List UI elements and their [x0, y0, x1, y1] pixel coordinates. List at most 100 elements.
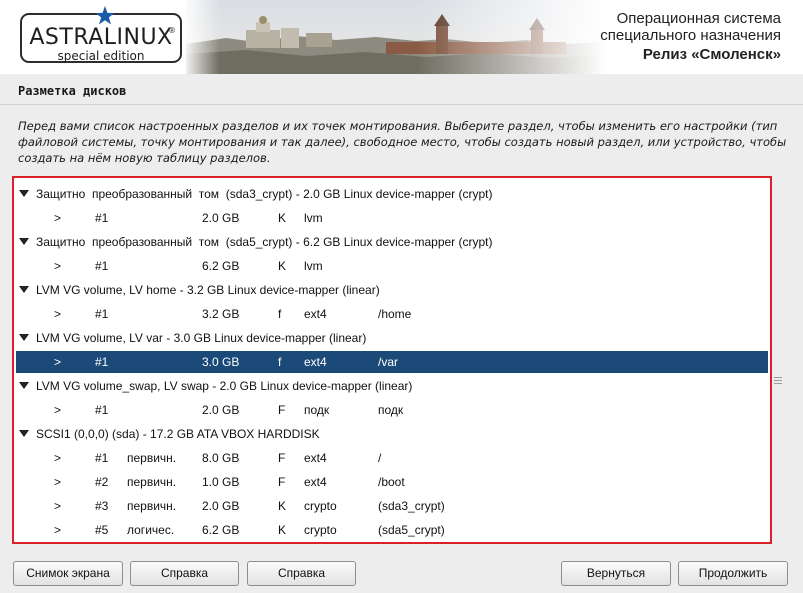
partition-number: #1	[95, 307, 109, 321]
device-label: LVM VG volume, LV var - 3.0 GB Linux dev…	[36, 331, 367, 345]
partition-size: 2.0 GB	[202, 403, 240, 417]
partition-filesystem: ext4	[304, 307, 327, 321]
partition-size: 3.0 GB	[202, 355, 240, 369]
partition-number: #1	[95, 451, 109, 465]
partition-arrow: >	[54, 499, 62, 513]
partition-list[interactable]: Защитно преобразованный том (sda3_crypt)…	[12, 176, 772, 544]
partition-number: #1	[95, 355, 109, 369]
partition-size: 2.0 GB	[202, 499, 240, 513]
partition-filesystem: lvm	[304, 259, 323, 273]
page-title: Разметка дисков	[18, 84, 127, 98]
partition-flag: K	[278, 499, 287, 513]
partition-row[interactable]: > #1 6.2 GB Klvm	[16, 255, 768, 277]
partition-mountpoint: /boot	[378, 475, 405, 489]
partition-flag: f	[278, 355, 282, 369]
partition-mountpoint: /var	[378, 355, 399, 369]
os-line-1: Операционная система	[616, 10, 781, 27]
release-name: Релиз «Смоленск»	[642, 46, 781, 63]
partition-row[interactable]: > #5 логичес. 6.2 GB Kcrypto (sda5_crypt)	[16, 519, 768, 541]
partition-list-body: Защитно преобразованный том (sda3_crypt)…	[16, 180, 768, 540]
device-row[interactable]: Защитно преобразованный том (sda5_crypt)…	[16, 231, 768, 253]
partition-number: #3	[95, 499, 109, 513]
partition-size: 6.2 GB	[202, 259, 240, 273]
partition-filesystem: lvm	[304, 211, 323, 225]
partition-type: первичн.	[127, 451, 177, 465]
expand-triangle-icon[interactable]	[19, 430, 29, 437]
partition-row[interactable]: > #3 первичн. 2.0 GB Kcrypto (sda3_crypt)	[16, 495, 768, 517]
expand-triangle-icon[interactable]	[19, 190, 29, 197]
partition-size: 8.0 GB	[202, 451, 240, 465]
expand-triangle-icon[interactable]	[19, 382, 29, 389]
title-divider	[0, 104, 803, 105]
partition-row[interactable]: > #2 первичн. 1.0 GB Fext4/boot	[16, 471, 768, 493]
partition-size: 2.0 GB	[202, 211, 240, 225]
partition-row[interactable]: > #1 3.2 GB f ext4/home	[16, 303, 768, 325]
os-description: Операционная система специального назнач…	[600, 10, 781, 63]
partition-flag: K	[278, 211, 287, 225]
device-row[interactable]: LVM VG volume, LV home - 3.2 GB Linux de…	[16, 279, 768, 301]
logo-title: ASTRALINUX	[29, 25, 173, 50]
partition-filesystem: ext4	[304, 451, 327, 465]
partition-number: #2	[95, 475, 109, 489]
continue-button[interactable]: Продолжить	[678, 561, 788, 586]
partition-mountpoint: (sda5_crypt)	[378, 523, 445, 537]
scroll-grip-line	[774, 380, 782, 381]
partition-mountpoint: (sda3_crypt)	[378, 499, 445, 513]
partition-number: #1	[95, 211, 109, 225]
help-button[interactable]: Справка	[130, 561, 239, 586]
partition-flag: F	[278, 451, 286, 465]
device-row[interactable]: LVM VG volume, LV var - 3.0 GB Linux dev…	[16, 327, 768, 349]
device-row[interactable]: Защитно преобразованный том (sda3_crypt)…	[16, 183, 768, 205]
scrollbar[interactable]	[772, 176, 784, 544]
device-row[interactable]: LVM VG volume_swap, LV swap - 2.0 GB Lin…	[16, 375, 768, 397]
partition-row[interactable]: > #1 2.0 GB Klvm	[16, 207, 768, 229]
partition-arrow: >	[54, 451, 62, 465]
partition-arrow: >	[54, 307, 62, 321]
partition-mountpoint: /	[378, 451, 382, 465]
device-label: LVM VG volume_swap, LV swap - 2.0 GB Lin…	[36, 379, 413, 393]
partition-filesystem: подк	[304, 403, 330, 417]
partition-number: #1	[95, 259, 109, 273]
partition-mountpoint: /home	[378, 307, 412, 321]
partition-filesystem: crypto	[304, 499, 337, 513]
partition-row[interactable]: > #1 первичн. 8.0 GB Fext4 /	[16, 447, 768, 469]
device-label: LVM VG volume, LV home - 3.2 GB Linux de…	[36, 283, 380, 297]
os-line-2: специального назначения	[600, 27, 781, 44]
astralinux-logo: ASTRALINUX ® special edition	[20, 5, 182, 63]
back-button[interactable]: Вернуться	[561, 561, 671, 586]
partition-type: логичес.	[127, 523, 175, 537]
partition-arrow: >	[54, 523, 62, 537]
device-row[interactable]: SCSI1 (0,0,0) (sda) - 17.2 GB ATA VBOX H…	[16, 423, 768, 445]
instructions-text: Перед вами список настроенных разделов и…	[18, 119, 787, 165]
expand-triangle-icon[interactable]	[19, 238, 29, 245]
partition-flag: F	[278, 403, 286, 417]
scroll-grip-line	[774, 377, 782, 378]
help-button-2[interactable]: Справка	[247, 561, 356, 586]
partition-mountpoint: подк	[378, 403, 404, 417]
partition-flag: K	[278, 259, 287, 273]
partition-arrow: >	[54, 475, 62, 489]
partition-type: первичн.	[127, 475, 177, 489]
expand-triangle-icon[interactable]	[19, 334, 29, 341]
screenshot-button[interactable]: Снимок экрана	[13, 561, 123, 586]
partition-size: 3.2 GB	[202, 307, 240, 321]
partition-row-selected[interactable]: > #1 3.0 GB f ext4/var	[16, 351, 768, 373]
partition-type: первичн.	[127, 499, 177, 513]
partition-arrow: >	[54, 259, 62, 273]
partition-number: #5	[95, 523, 109, 537]
partition-filesystem: crypto	[304, 523, 337, 537]
partition-size: 1.0 GB	[202, 475, 240, 489]
partition-row[interactable]: > #1 2.0 GB Fподк подк	[16, 399, 768, 421]
partition-arrow: >	[54, 211, 62, 225]
partition-flag: K	[278, 523, 287, 537]
scroll-grip-line	[774, 383, 782, 384]
device-label: Защитно преобразованный том (sda5_crypt)…	[36, 235, 493, 249]
device-label: SCSI1 (0,0,0) (sda) - 17.2 GB ATA VBOX H…	[36, 427, 320, 441]
device-label: Защитно преобразованный том (sda3_crypt)…	[36, 187, 493, 201]
registered-mark: ®	[168, 26, 176, 35]
logo-subtitle: special edition	[57, 49, 145, 63]
partition-arrow: >	[54, 355, 62, 369]
expand-triangle-icon[interactable]	[19, 286, 29, 293]
partition-size: 6.2 GB	[202, 523, 240, 537]
header-banner: ASTRALINUX ® special edition Операционна…	[0, 0, 803, 74]
